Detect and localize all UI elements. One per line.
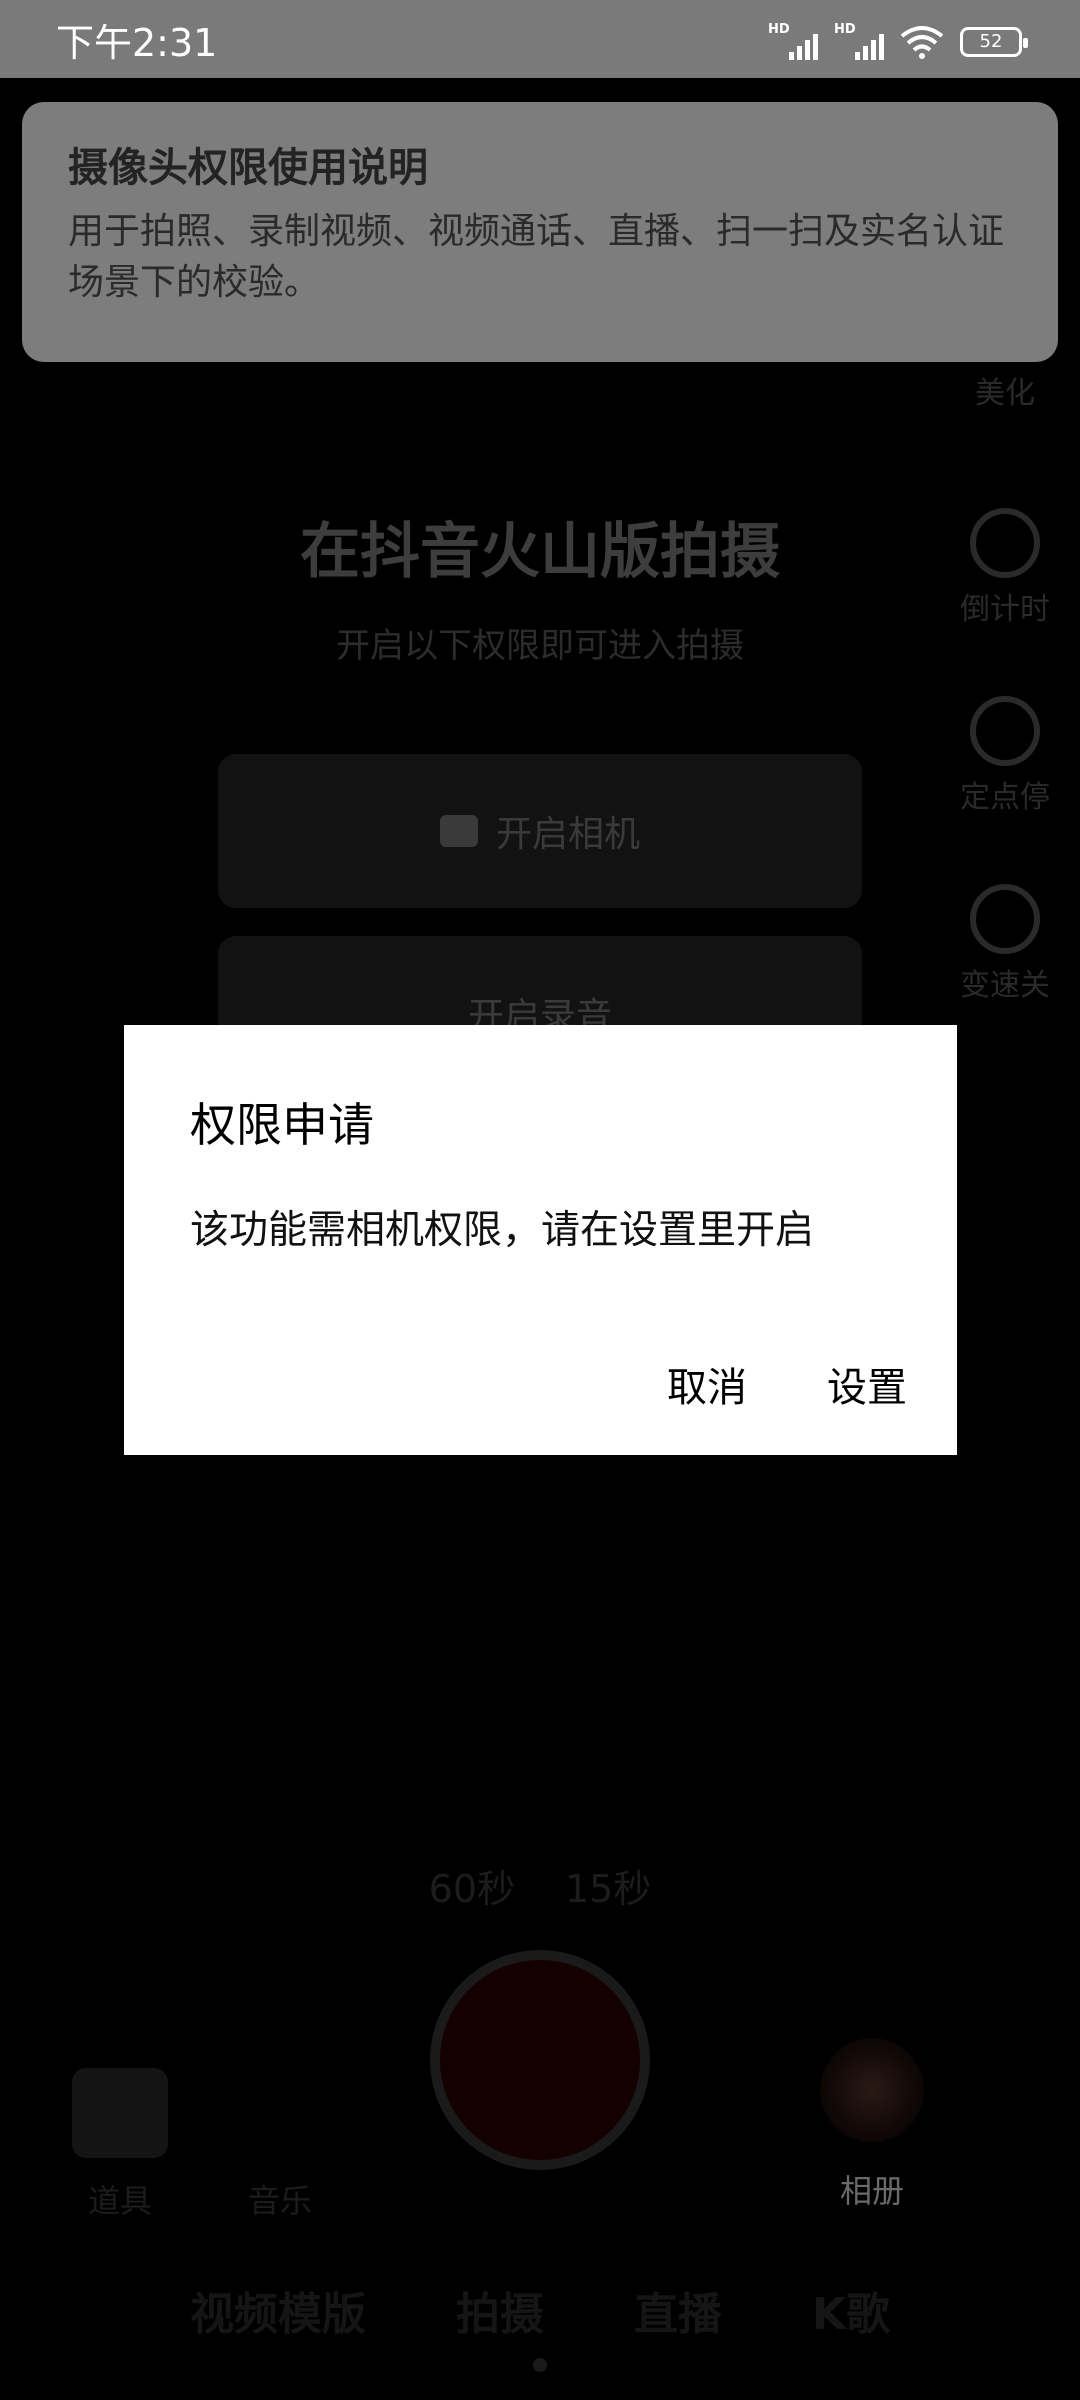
music-label: 音乐 <box>247 2182 312 2220</box>
notice-body: 用于拍照、录制视频、视频通话、直播、扫一扫及实名认证场景下的校验。 <box>68 211 1005 304</box>
rail-label-speed: 变速关 <box>960 968 1050 1003</box>
shoot-title: 在抖音火山版拍摄 <box>300 517 780 587</box>
status-icons: HD HD 52 <box>768 22 1028 62</box>
status-bar: 下午2:31 HD HD 52 <box>0 0 1080 78</box>
music-button[interactable]: 音乐 <box>220 2068 340 2222</box>
dialog-actions: 取消 设置 <box>667 1355 907 1413</box>
camera-permission-notice: 摄像头权限使用说明 用于拍照、录制视频、视频通话、直播、扫一扫及实名认证场景下的… <box>22 102 1058 362</box>
music-icon <box>232 2068 328 2158</box>
rail-item-speed[interactable]: 变速关 <box>930 884 1080 1004</box>
rail-label-beautify: 美化 <box>975 376 1035 411</box>
album-label: 相册 <box>839 2172 904 2210</box>
dialog-message: 该功能需相机权限，请在设置里开启 <box>190 1208 815 1253</box>
battery-icon: 52 <box>960 27 1028 57</box>
speed-off-icon <box>970 884 1040 954</box>
tab-karaoke[interactable]: K歌 <box>812 2278 890 2342</box>
sim1-label: HD <box>768 22 790 37</box>
wifi-icon <box>900 26 944 59</box>
rail-item-beautify[interactable]: 美化 <box>930 368 1080 412</box>
permission-dialog: 权限申请 该功能需相机权限，请在设置里开启 取消 设置 <box>124 1025 957 1455</box>
tab-video-template[interactable]: 视频模版 <box>190 2278 366 2342</box>
camera-icon <box>439 815 478 847</box>
duration-60s[interactable]: 60秒 <box>429 1858 515 1913</box>
rail-item-pause-point[interactable]: 定点停 <box>930 696 1080 816</box>
settings-button[interactable]: 设置 <box>827 1355 907 1413</box>
signal-2-icon: HD <box>834 22 884 62</box>
record-button[interactable] <box>430 1950 650 2170</box>
duration-15s[interactable]: 15秒 <box>565 1858 651 1913</box>
pause-point-icon <box>970 696 1040 766</box>
duration-selector: 60秒 15秒 <box>0 1858 1080 1913</box>
open-camera-button[interactable]: 开启相机 <box>218 754 862 908</box>
status-time: 下午2:31 <box>56 21 218 65</box>
props-button[interactable]: 道具 <box>60 2068 180 2222</box>
sim2-label: HD <box>834 22 856 37</box>
battery-level: 52 <box>979 31 1003 52</box>
screen: 下午2:31 HD HD 52 美化 倒计时 定点停 变速关 在抖音火山版拍摄 … <box>0 0 1080 2400</box>
rail-label-pause-point: 定点停 <box>960 780 1050 815</box>
props-icon <box>72 2068 168 2158</box>
active-tab-indicator <box>533 2358 547 2372</box>
shoot-subtitle: 开启以下权限即可进入拍摄 <box>336 626 744 666</box>
dialog-title: 权限申请 <box>190 1098 374 1152</box>
props-label: 道具 <box>87 2182 152 2220</box>
cancel-button[interactable]: 取消 <box>667 1355 747 1413</box>
tab-live[interactable]: 直播 <box>634 2278 722 2342</box>
bottom-tabs: 视频模版 拍摄 直播 K歌 <box>0 2278 1080 2342</box>
signal-1-icon: HD <box>768 22 818 62</box>
album-thumbnail[interactable] <box>820 2038 924 2142</box>
notice-title: 摄像头权限使用说明 <box>68 145 428 191</box>
tab-shoot[interactable]: 拍摄 <box>456 2278 544 2342</box>
open-camera-label: 开启相机 <box>495 814 640 855</box>
